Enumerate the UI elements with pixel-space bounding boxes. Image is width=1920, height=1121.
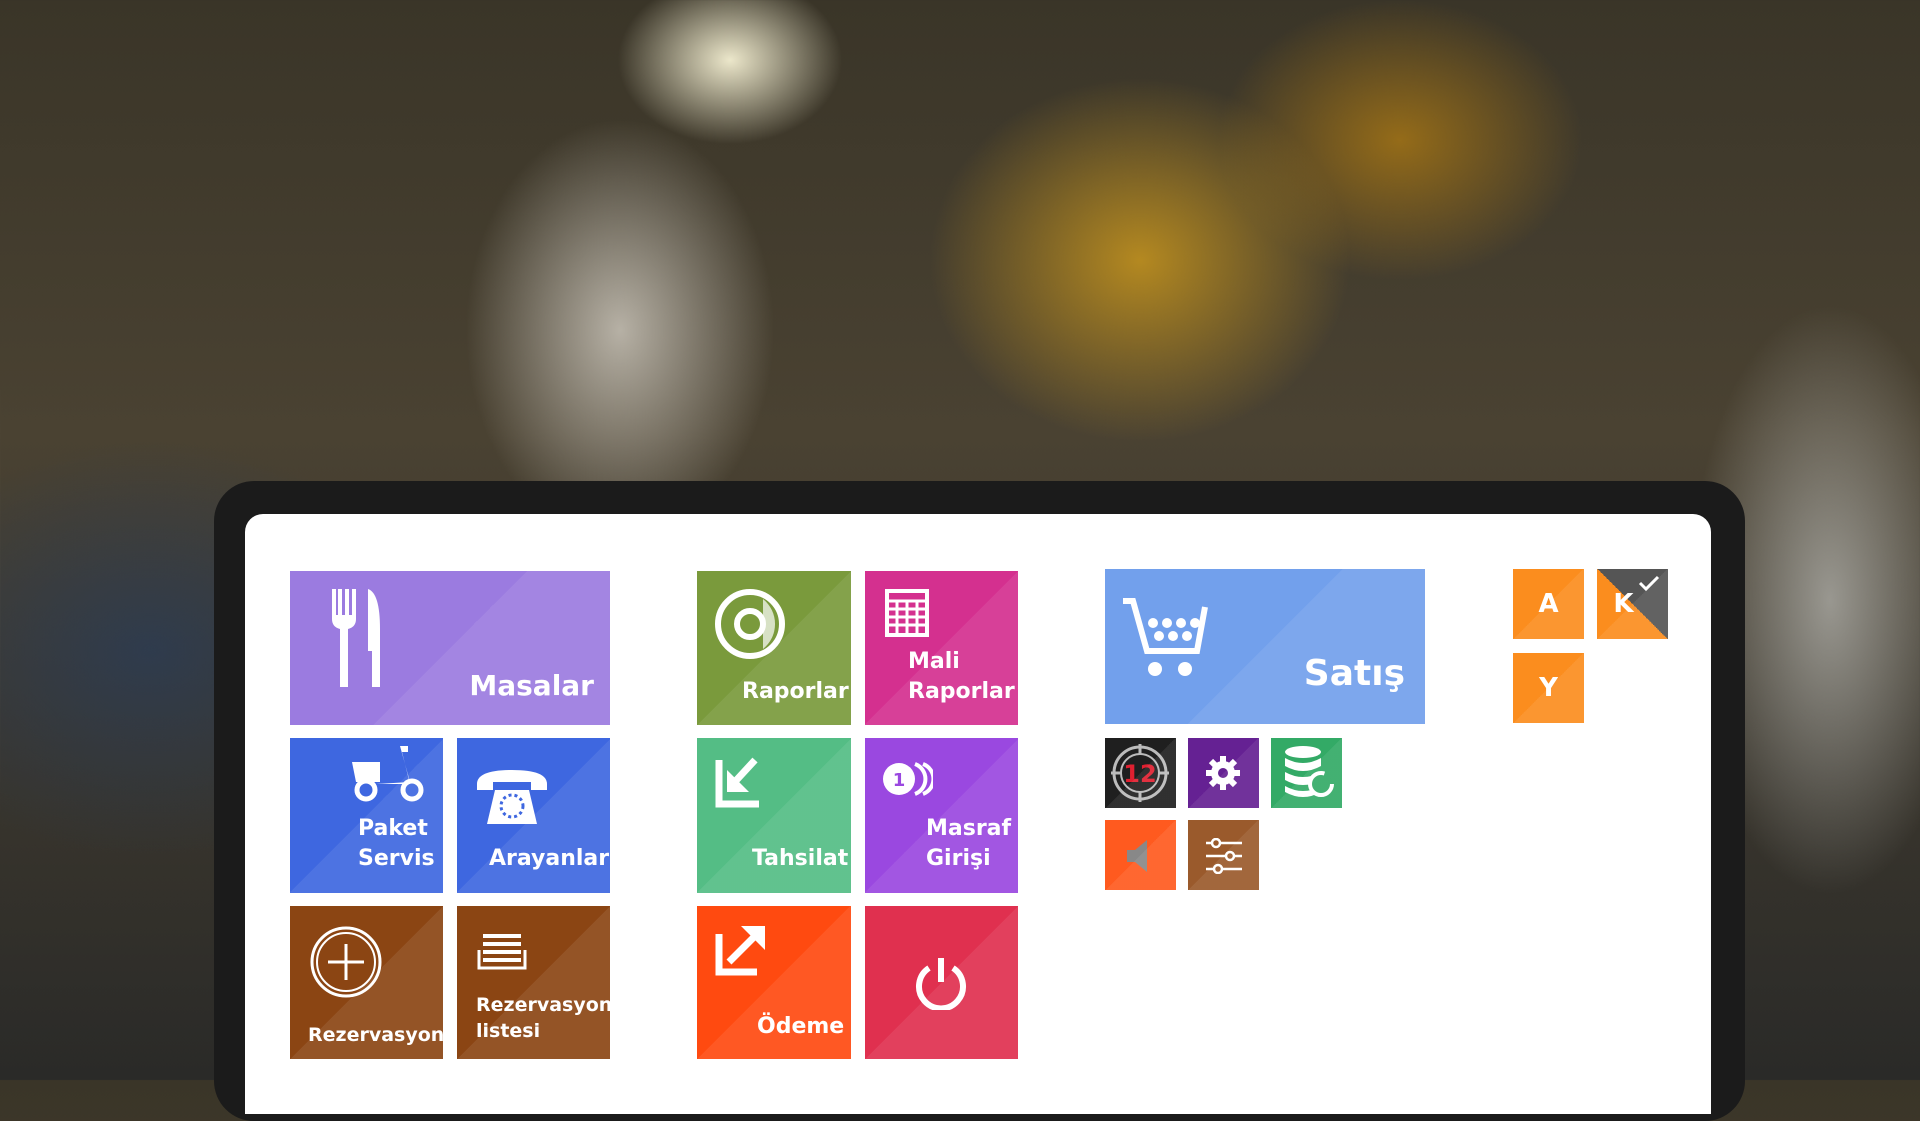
gear-icon	[1206, 756, 1240, 790]
letter-a-label: A	[1538, 589, 1559, 619]
masraf-girisi-label-2: Girişi	[926, 846, 991, 871]
paket-servis-label-2: Servis	[358, 846, 435, 871]
paket-servis-label-1: Paket	[358, 816, 428, 841]
sliders-tile[interactable]	[1188, 820, 1259, 890]
satis-label: Satış	[1303, 653, 1405, 694]
rezervasyon-listesi-tile[interactable]: Rezervasyon listesi	[457, 906, 610, 1059]
arayanlar-tile[interactable]: Arayanlar	[457, 738, 610, 893]
scooter-icon	[352, 746, 424, 802]
rezervasyon-listesi-label-2: listesi	[476, 1020, 541, 1042]
power-tile[interactable]	[865, 906, 1018, 1059]
rezervasyon-tile[interactable]: Rezervasyon	[290, 906, 443, 1059]
odeme-tile[interactable]: Ödeme	[697, 906, 851, 1059]
sound-tile[interactable]	[1105, 820, 1176, 890]
odeme-label: Ödeme	[757, 1014, 845, 1039]
tahsilat-tile[interactable]: Tahsilat	[697, 738, 851, 893]
letter-y-label: Y	[1539, 673, 1558, 703]
tahsilat-label: Tahsilat	[752, 846, 849, 871]
masraf-girisi-label-1: Masraf	[926, 816, 1012, 841]
letter-k-button[interactable]: K	[1597, 569, 1668, 639]
z-report-number: 12	[1123, 760, 1156, 788]
calculator-icon	[885, 589, 929, 637]
power-icon	[916, 958, 966, 1010]
list-icon	[477, 934, 527, 970]
coins-icon: 1	[883, 762, 933, 796]
cart-icon	[1123, 598, 1208, 676]
letter-y-button[interactable]: Y	[1513, 653, 1584, 723]
database-restore-icon	[1285, 746, 1334, 797]
svg-text:1: 1	[893, 770, 906, 791]
masraf-girisi-tile[interactable]: 1 Masraf Girişi	[865, 738, 1018, 893]
mali-raporlar-label-2: Raporlar	[908, 679, 1015, 704]
settings-tile[interactable]	[1188, 738, 1259, 808]
arrow-out-icon	[715, 926, 765, 976]
letter-a-button[interactable]: A	[1513, 569, 1584, 639]
raporlar-tile[interactable]: Raporlar	[697, 571, 851, 725]
masalar-label: Masalar	[469, 669, 594, 702]
letter-k-label: K	[1613, 589, 1634, 619]
chart-disc-icon	[715, 589, 785, 659]
paket-servis-tile[interactable]: Paket Servis	[290, 738, 443, 893]
database-restore-tile[interactable]	[1271, 738, 1342, 808]
speaker-icon	[1127, 840, 1147, 872]
checkmark-icon	[1638, 575, 1660, 591]
raporlar-label: Raporlar	[742, 679, 849, 704]
masalar-tile[interactable]: Masalar	[290, 571, 610, 725]
mali-raporlar-tile[interactable]: Mali Raporlar	[865, 571, 1018, 725]
clock-icon	[310, 926, 382, 998]
fork-knife-icon	[332, 589, 380, 687]
sliders-icon	[1206, 838, 1242, 874]
satis-tile[interactable]: Satış	[1105, 569, 1425, 724]
arayanlar-label: Arayanlar	[489, 846, 610, 871]
telephone-icon	[477, 770, 547, 824]
mali-raporlar-label-1: Mali	[908, 649, 960, 674]
z-report-12-icon: 12	[1111, 744, 1169, 802]
z-report-tile[interactable]: 12	[1105, 738, 1176, 808]
rezervasyon-label: Rezervasyon	[308, 1024, 443, 1046]
arrow-in-icon	[715, 757, 759, 808]
